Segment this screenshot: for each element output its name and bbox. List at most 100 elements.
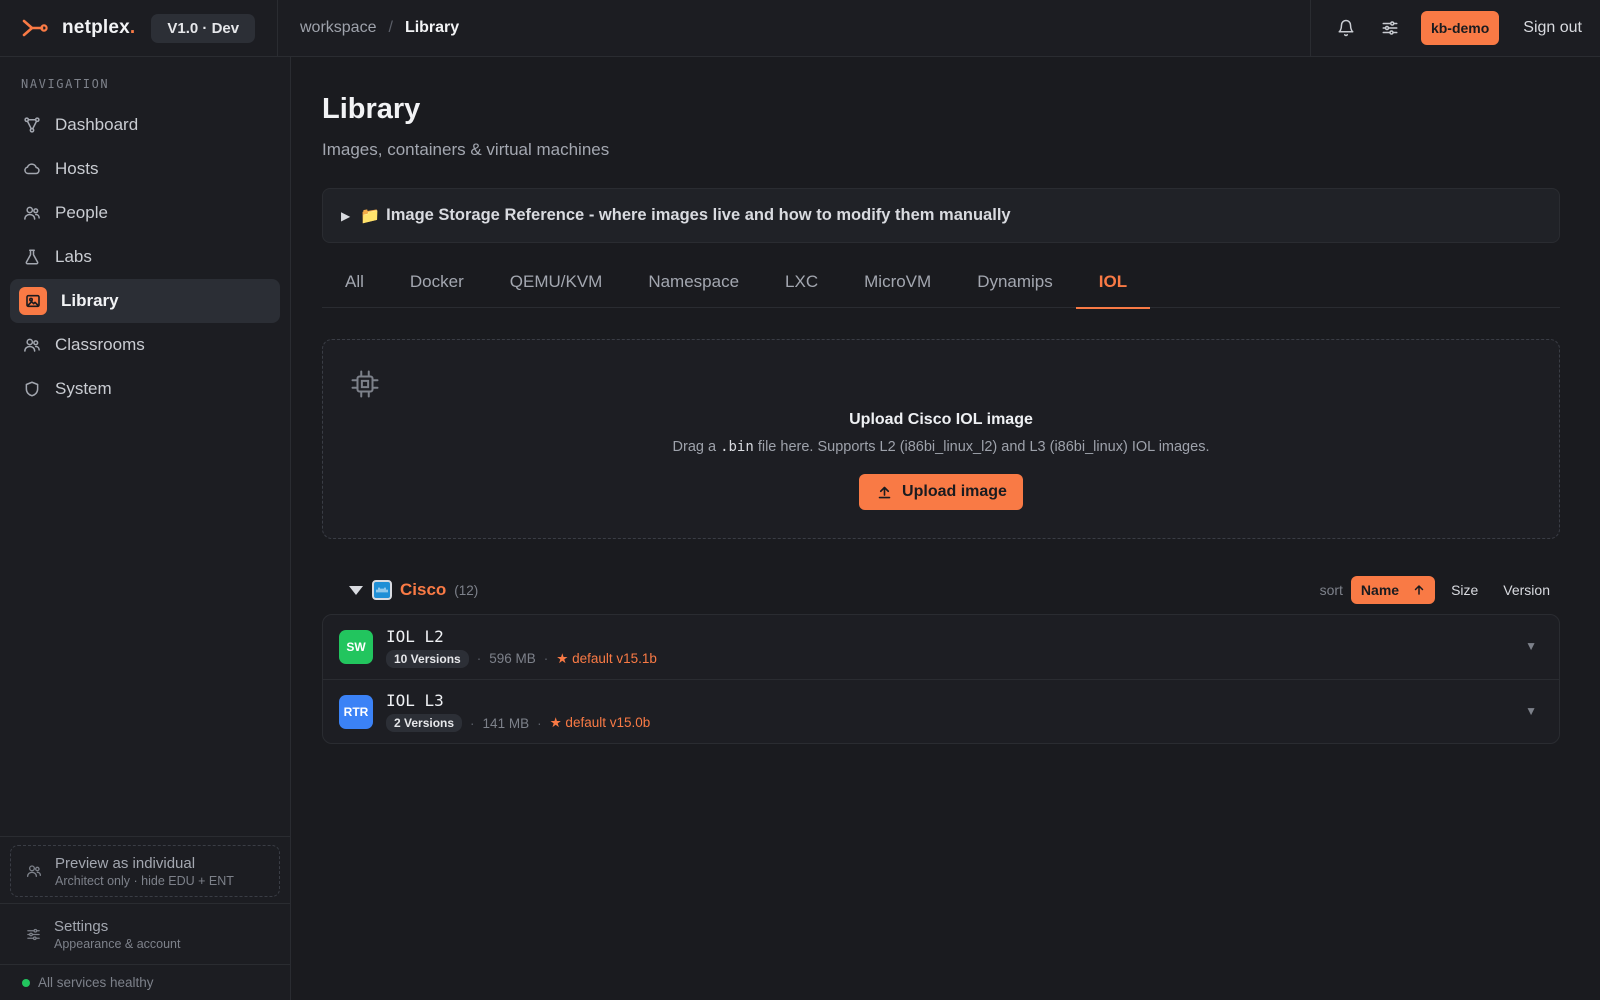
header-actions: kb-demo Sign out	[1309, 0, 1600, 57]
sort-by-name-button[interactable]: Name	[1350, 576, 1436, 604]
sliders-icon	[24, 925, 42, 943]
upload-icon	[878, 486, 891, 498]
settings-link[interactable]: Settings Appearance & account	[0, 904, 290, 964]
disclosure-label: Image Storage Reference - where images l…	[386, 206, 1011, 224]
notifications-button[interactable]	[1329, 11, 1363, 45]
sidebar-item-label: Library	[61, 291, 119, 310]
arrow-up-icon	[1414, 585, 1424, 595]
sidebar-item-library[interactable]: Library	[10, 279, 280, 323]
sidebar-item-label: Dashboard	[55, 115, 139, 134]
sidebar-item-system[interactable]: System	[10, 367, 280, 411]
sliders-icon	[1382, 21, 1398, 35]
upload-description: Drag a .bin file here. Supports L2 (i86b…	[672, 439, 1210, 455]
tab-docker[interactable]: Docker	[387, 266, 487, 308]
health-status-dot	[22, 978, 30, 987]
preview-title: Preview as individual	[55, 854, 196, 872]
people-icon	[25, 862, 43, 880]
image-list: SW IOL L2 10 Versions · 596 MB · ★ defau…	[322, 614, 1560, 744]
image-row[interactable]: SW IOL L2 10 Versions · 596 MB · ★ defau…	[323, 615, 1559, 679]
sidebar-footer: Preview as individual Architect only · h…	[0, 836, 290, 1000]
tab-dynamips[interactable]: Dynamips	[954, 266, 1076, 308]
breadcrumb-current: Library	[404, 19, 460, 36]
sort-label: sort	[1319, 582, 1343, 598]
breadcrumb-workspace[interactable]: workspace	[300, 19, 376, 37]
image-type-tabs: All Docker QEMU/KVM Namespace LXC MicroV…	[322, 266, 1560, 309]
versions-count-badge: 10 Versions	[386, 649, 469, 668]
people-icon	[23, 204, 41, 222]
tab-all[interactable]: All	[322, 266, 387, 308]
image-storage-reference-toggle[interactable]: ▶ 📁 Image Storage Reference - where imag…	[322, 188, 1560, 243]
bell-icon	[1338, 19, 1354, 37]
main-content: Library Images, containers & virtual mac…	[322, 57, 1560, 744]
image-size: 141 MB	[482, 715, 530, 731]
sidebar-item-label: Classrooms	[55, 335, 145, 354]
service-health-status: All services healthy	[0, 964, 290, 1000]
breadcrumb: workspace / Library	[278, 19, 1310, 37]
router-badge: RTR	[339, 694, 373, 729]
tab-qemu-kvm[interactable]: QEMU/KVM	[487, 266, 626, 308]
shield-icon	[23, 380, 41, 398]
expand-chevron-icon[interactable]: ▼	[1525, 639, 1537, 653]
settings-title: Settings	[54, 917, 109, 935]
top-bar: netplex. V1.0 · Dev workspace / Library …	[0, 0, 1600, 57]
sidebar: NAVIGATION Dashboard Hosts People Labs L…	[0, 57, 291, 1000]
expand-chevron-icon[interactable]: ▼	[1525, 704, 1537, 718]
sidebar-item-classrooms[interactable]: Classrooms	[10, 323, 280, 367]
tab-namespace[interactable]: Namespace	[625, 266, 762, 308]
sidebar-item-label: System	[55, 379, 112, 398]
brand-name: netplex.	[62, 17, 136, 38]
version-badge: V1.0 · Dev	[151, 13, 256, 43]
vendor-count: (12)	[454, 582, 479, 598]
sort-by-version-button[interactable]: Version	[1503, 582, 1550, 598]
dashboard-icon	[23, 116, 41, 134]
upload-title: Upload Cisco IOL image	[849, 411, 1033, 428]
folder-icon: 📁	[360, 207, 381, 225]
sidebar-item-label: Labs	[55, 247, 92, 266]
sidebar-item-dashboard[interactable]: Dashboard	[10, 103, 280, 147]
upload-dropzone[interactable]: Upload Cisco IOL image Drag a .bin file …	[322, 339, 1560, 539]
page-subtitle: Images, containers & virtual machines	[322, 140, 610, 159]
collapse-caret-icon[interactable]	[349, 585, 363, 595]
upload-image-button[interactable]: Upload image	[859, 474, 1023, 510]
sort-controls: sort Name Size Version	[1320, 576, 1560, 604]
cloud-icon	[23, 160, 41, 178]
image-size: 596 MB	[489, 651, 536, 666]
sidebar-item-label: Hosts	[55, 159, 99, 178]
netplex-logo-icon	[22, 19, 48, 37]
tab-lxc[interactable]: LXC	[762, 266, 841, 308]
image-icon	[19, 287, 47, 315]
image-row[interactable]: RTR IOL L3 2 Versions · 141 MB · ★ defau…	[323, 679, 1559, 743]
sidebar-item-hosts[interactable]: Hosts	[10, 147, 280, 191]
preferences-button[interactable]	[1373, 11, 1407, 45]
people-icon	[23, 336, 41, 354]
sort-by-size-button[interactable]: Size	[1451, 582, 1478, 598]
versions-count-badge: 2 Versions	[386, 714, 463, 732]
user-badge[interactable]: kb-demo	[1420, 11, 1500, 45]
switch-badge: SW	[339, 630, 373, 664]
vendor-group-header: Cisco (12) sort Name Size Version	[322, 575, 1560, 605]
breadcrumb-separator: /	[388, 19, 393, 36]
tab-microvm[interactable]: MicroVM	[841, 266, 954, 308]
chip-icon	[351, 370, 379, 398]
health-status-text: All services healthy	[38, 975, 154, 990]
image-name: IOL L2	[386, 626, 444, 646]
cisco-logo-icon	[372, 580, 392, 600]
flask-icon	[23, 248, 41, 266]
sign-out-button[interactable]: Sign out	[1523, 19, 1582, 37]
sidebar-item-people[interactable]: People	[10, 191, 280, 235]
image-name: IOL L3	[386, 691, 444, 710]
sidebar-item-labs[interactable]: Labs	[10, 235, 280, 279]
vendor-name[interactable]: Cisco	[400, 580, 446, 600]
preview-subtitle: Architect only · hide EDU + ENT	[55, 873, 234, 888]
disclosure-triangle-icon: ▶	[341, 208, 351, 223]
brand[interactable]: netplex. V1.0 · Dev	[0, 0, 278, 57]
page-title: Library	[322, 93, 421, 125]
sidebar-divider	[0, 836, 290, 837]
image-meta: 10 Versions · 596 MB · ★ default v15.1b	[386, 649, 657, 668]
default-version: ★ default v15.1b	[556, 650, 657, 666]
preview-as-individual-toggle[interactable]: Preview as individual Architect only · h…	[10, 845, 280, 897]
tab-iol[interactable]: IOL	[1075, 266, 1151, 309]
sidebar-item-label: People	[55, 203, 108, 222]
image-meta: 2 Versions · 141 MB · ★ default v15.0b	[386, 714, 650, 732]
default-version: ★ default v15.0b	[549, 715, 651, 730]
